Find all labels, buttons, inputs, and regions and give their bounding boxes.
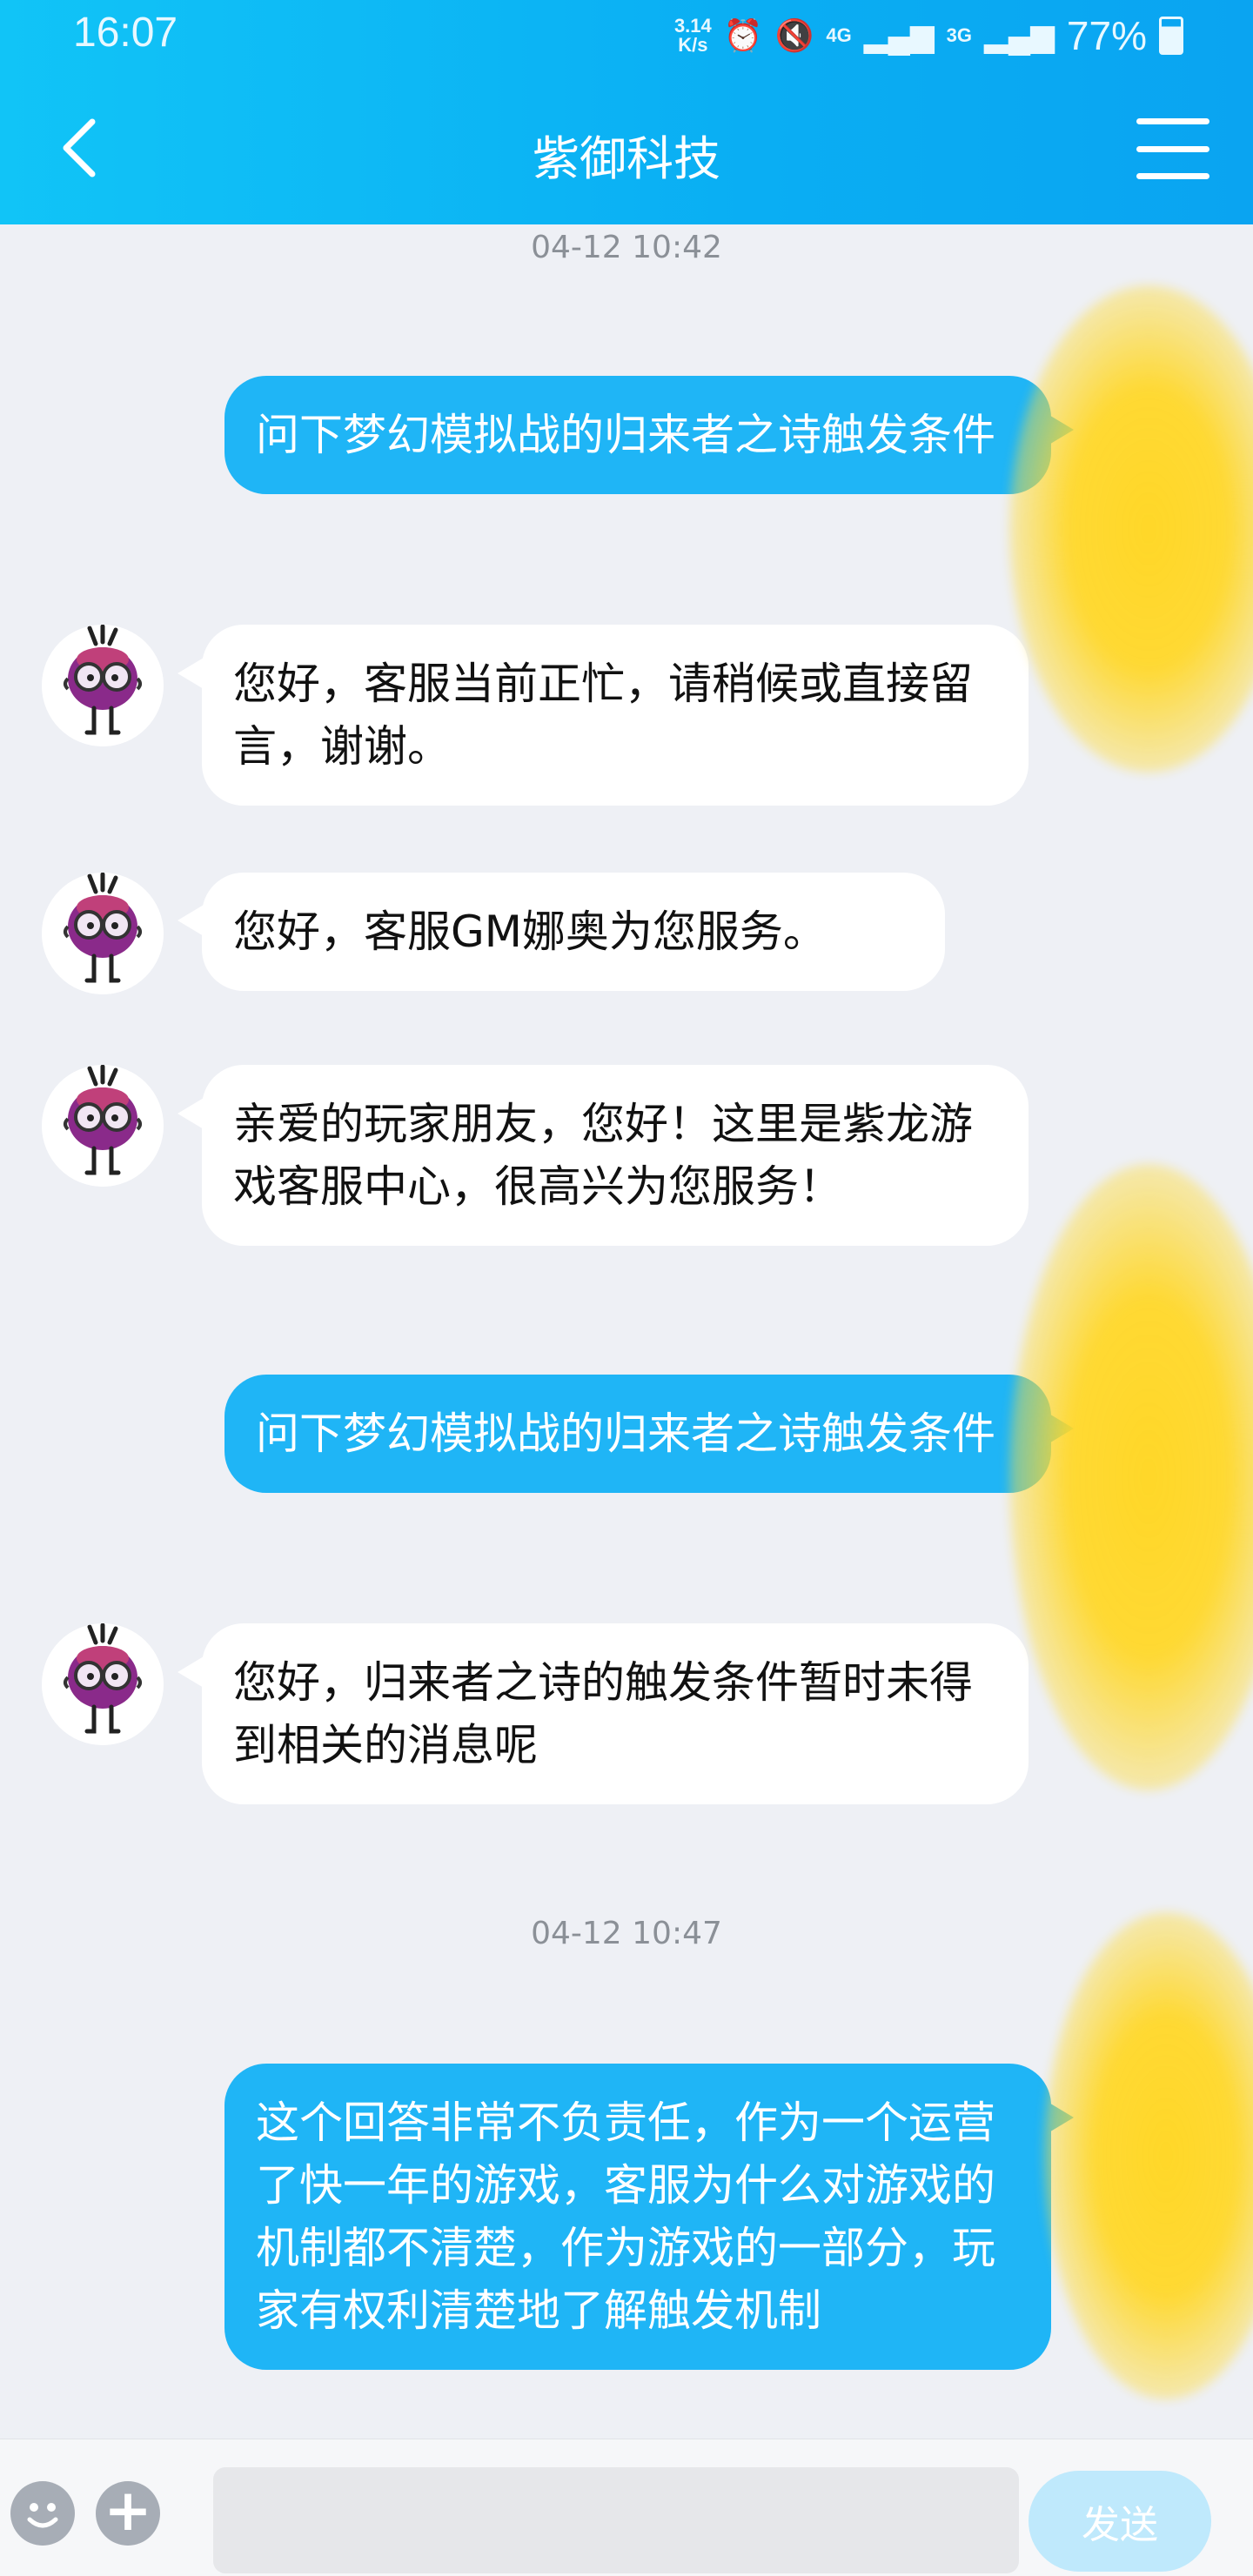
agent-avatar[interactable] [42,873,164,994]
agent-avatar[interactable] [42,1065,164,1187]
my-message-bubble[interactable]: 问下梦幻模拟战的归来者之诗触发条件 [224,376,1051,494]
network-4g: 4G [826,24,852,46]
smiley-icon [27,2503,58,2528]
agent-avatar[interactable] [42,625,164,746]
emoji-button[interactable] [10,2481,75,2546]
app-header: 16:07 3.14 K/s ⏰ 🔇 4G ▂▄▆ 3G ▂▄▆ 77% 紫御科… [0,0,1253,224]
plus-icon: + [104,2477,152,2544]
input-bar: + 发送 [0,2439,1253,2576]
my-message-bubble[interactable]: 问下梦幻模拟战的归来者之诗触发条件 [224,1375,1051,1493]
message-input[interactable] [213,2467,1019,2573]
hamburger-menu-icon [1136,118,1209,124]
chat-scroll-area[interactable]: 04-12 10:42 问下梦幻模拟战的归来者之诗触发条件 您好，客服当前正忙，… [0,224,1253,2439]
nav-bar: 紫御科技 [0,96,1253,200]
chat-title: 紫御科技 [533,131,720,186]
plus-button[interactable]: + [96,2481,160,2546]
my-message-bubble[interactable]: 这个回答非常不负责任，作为一个运营了快一年的游戏，客服为什么对游戏的机制都不清楚… [224,2064,1051,2370]
signal-icon: ▂▄▆ [863,17,935,53]
timestamp: 04-12 10:47 [531,1916,722,1951]
status-bar: 16:07 3.14 K/s ⏰ 🔇 4G ▂▄▆ 3G ▂▄▆ 77% [0,0,1253,73]
redaction-scribble [1044,1912,1253,2399]
bubble-tail [178,658,204,689]
agent-message-bubble[interactable]: 您好，客服GM娜奥为您服务。 [202,873,945,991]
mute-icon: 🔇 [774,17,814,53]
status-icons: 3.14 K/s ⏰ 🔇 4G ▂▄▆ 3G ▂▄▆ 77% [674,12,1183,59]
redaction-scribble [1009,285,1253,773]
agent-message-bubble[interactable]: 您好，客服当前正忙，请稍候或直接留言，谢谢。 [202,625,1029,806]
signal-icon-2: ▂▄▆ [984,17,1055,53]
send-button[interactable]: 发送 [1029,2471,1211,2572]
status-time: 16:07 [73,10,178,56]
bubble-tail [178,1098,204,1129]
net-speed: 3.14 K/s [674,17,712,55]
network-3g: 3G [946,24,973,46]
agent-message-bubble[interactable]: 亲爱的玩家朋友，您好！这里是紫龙游戏客服中心，很高兴为您服务！ [202,1065,1029,1246]
menu-button[interactable] [1136,118,1209,179]
net-speed-value: 3.14 [673,15,712,37]
bubble-tail [178,905,204,936]
battery-percent: 77% [1066,13,1147,58]
agent-message-bubble[interactable]: 您好，归来者之诗的触发条件暂时未得到相关的消息呢 [202,1623,1029,1804]
alarm-icon: ⏰ [723,17,763,53]
agent-avatar[interactable] [42,1623,164,1745]
battery-icon [1159,17,1183,55]
timestamp: 04-12 10:42 [531,230,722,265]
net-speed-unit: K/s [678,34,708,56]
redaction-scribble [1009,1164,1253,1790]
bubble-tail [178,1656,204,1688]
